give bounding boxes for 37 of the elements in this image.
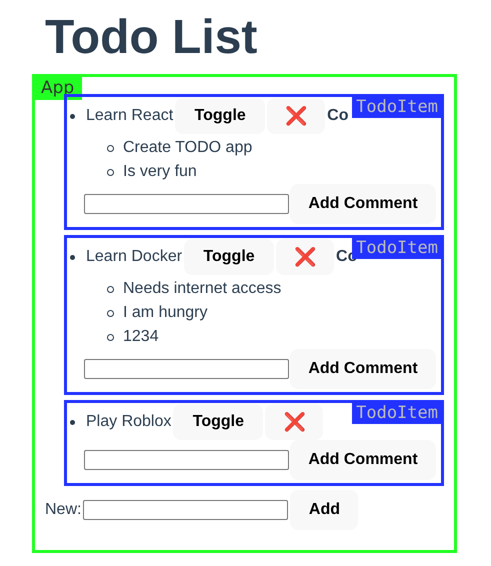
component-label: TodoItem — [352, 238, 441, 259]
todo-text: Play Roblox — [86, 413, 172, 431]
bullet-icon — [107, 144, 114, 152]
comment-input-field[interactable] — [84, 194, 289, 214]
toggle-button[interactable]: Toggle — [173, 404, 264, 440]
delete-button[interactable]: ❌ — [267, 98, 326, 134]
add-comment-button[interactable]: Add Comment — [290, 440, 436, 480]
bullet-icon — [107, 334, 114, 340]
page-title: Todo List — [45, 10, 258, 66]
component-label: App — [35, 77, 82, 100]
comments-heading: Co — [327, 107, 348, 125]
add-comment-button[interactable]: Add Comment — [290, 349, 436, 389]
toggle-button[interactable]: Toggle — [184, 239, 274, 275]
comment-text: 1234 — [123, 328, 159, 346]
delete-button[interactable]: ❌ — [265, 404, 324, 440]
new-label: New: — [45, 501, 82, 519]
bullet-icon — [107, 168, 114, 176]
comment-text: Needs internet access — [123, 280, 282, 298]
new-todo-input-field[interactable] — [83, 500, 288, 520]
comment-text: Is very fun — [123, 163, 197, 181]
component-label: TodoItem — [352, 97, 441, 118]
add-comment-button[interactable]: Add Comment — [290, 184, 436, 224]
bullet-icon — [70, 420, 75, 424]
comment-text: I am hungry — [123, 304, 208, 322]
comment-input-field[interactable] — [84, 359, 289, 379]
component-label: TodoItem — [352, 403, 441, 424]
delete-button[interactable]: ❌ — [276, 239, 334, 275]
toggle-button[interactable]: Toggle — [175, 98, 266, 134]
comment-text: Create TODO app — [123, 139, 252, 157]
bullet-icon — [70, 114, 75, 118]
todo-text: Learn React — [86, 107, 174, 125]
todo-text: Learn Docker — [86, 248, 182, 266]
comment-input-field[interactable] — [84, 450, 289, 470]
bullet-icon — [70, 254, 75, 260]
bullet-icon — [107, 286, 114, 292]
add-button[interactable]: Add — [290, 490, 358, 530]
bullet-icon — [107, 310, 114, 316]
